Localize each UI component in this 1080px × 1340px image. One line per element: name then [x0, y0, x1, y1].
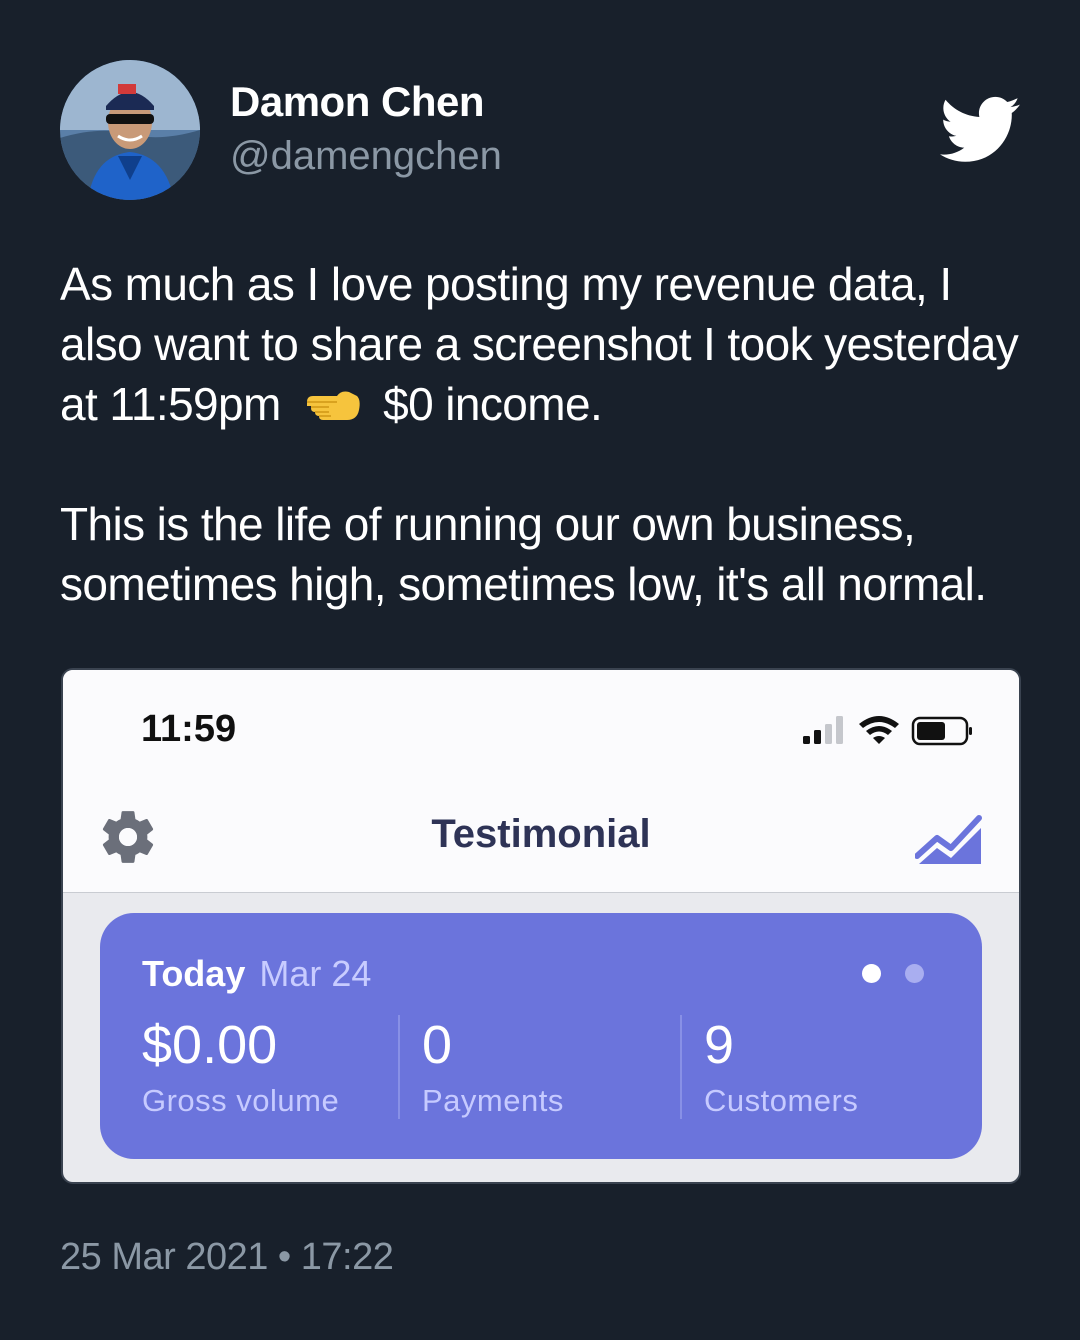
battery-icon	[911, 716, 972, 746]
author-name[interactable]: Damon Chen	[230, 78, 485, 126]
trend-chart-icon[interactable]	[915, 808, 985, 866]
attached-image[interactable]: 11:59 Testimonial Today Mar 24 $0.00 Gro…	[61, 668, 1021, 1184]
stat-label: Gross volume	[142, 1083, 340, 1118]
wifi-icon	[859, 716, 899, 744]
today-header: Today Mar 24	[142, 953, 371, 995]
tweet-paragraph-2: This is the life of running our own busi…	[60, 498, 987, 610]
today-date: Mar 24	[259, 953, 372, 994]
stat-divider	[398, 1015, 400, 1119]
cellular-signal-icon	[803, 716, 843, 744]
tweet-timestamp[interactable]: 25 Mar 2021 • 17:22	[60, 1236, 394, 1279]
today-label: Today	[142, 953, 246, 994]
author-avatar[interactable]	[60, 60, 200, 200]
stat-customers: 9 Customers	[704, 1015, 858, 1119]
phone-header: 11:59 Testimonial	[63, 670, 1019, 893]
stat-label: Customers	[704, 1083, 859, 1118]
app-title: Testimonial	[431, 812, 651, 856]
status-bar-icons	[803, 716, 972, 746]
backhand-index-pointing-left-icon	[306, 391, 360, 420]
stat-value: $0.00	[142, 1015, 278, 1075]
stat-divider	[680, 1015, 682, 1119]
today-stats-card[interactable]: Today Mar 24 $0.00 Gross volume 0 Paymen…	[100, 913, 982, 1159]
stat-gross-volume: $0.00 Gross volume	[142, 1015, 339, 1119]
stat-value: 0	[422, 1015, 453, 1075]
twitter-bird-icon	[940, 96, 1020, 162]
stat-value: 9	[704, 1015, 735, 1075]
author-handle[interactable]: @damengchen	[230, 134, 502, 179]
tweet-text: As much as I love posting my revenue dat…	[60, 254, 1040, 614]
page-indicator[interactable]	[862, 964, 928, 984]
stat-label: Payments	[422, 1083, 564, 1118]
page-dot-active[interactable]	[862, 964, 881, 983]
page-dot[interactable]	[905, 964, 924, 983]
stat-payments: 0 Payments	[422, 1015, 564, 1119]
tweet-text-part: $0 income.	[370, 378, 603, 430]
avatar-photo	[60, 60, 200, 200]
tweet-paragraph-1: As much as I love posting my revenue dat…	[60, 254, 1040, 434]
status-time: 11:59	[141, 708, 237, 750]
